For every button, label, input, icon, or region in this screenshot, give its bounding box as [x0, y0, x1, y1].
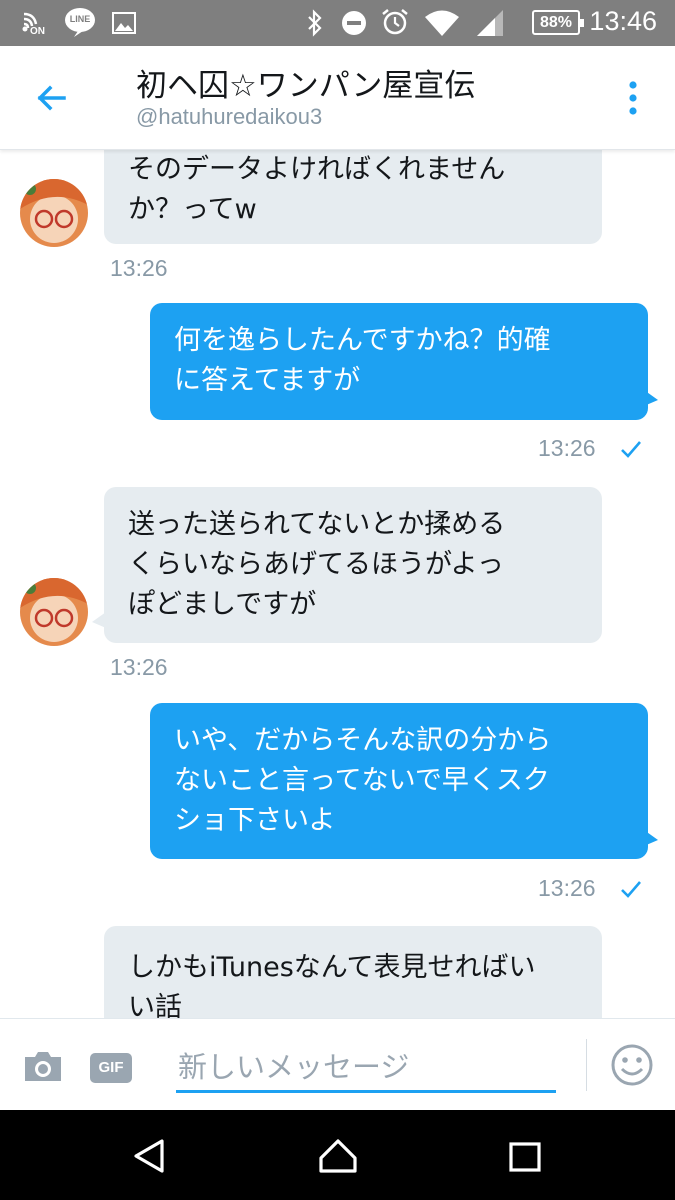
bubble-tail [644, 830, 658, 846]
message-timestamp: 13:26 [110, 255, 168, 281]
back-triangle-icon[interactable] [132, 1138, 168, 1178]
nfc-on-icon: ON [20, 8, 50, 42]
camera-icon[interactable] [22, 1049, 64, 1087]
message-timestamp: 13:26 [538, 435, 596, 461]
avatar[interactable] [20, 578, 88, 646]
signal-icon [475, 9, 505, 41]
gallery-icon [112, 12, 136, 38]
composer-divider [586, 1039, 587, 1091]
conversation-title[interactable]: 初ヘ囚☆ワンパン屋宣伝 [136, 60, 475, 105]
do-not-disturb-icon [340, 9, 368, 41]
avatar[interactable] [20, 179, 88, 247]
bubble-tail [644, 390, 658, 406]
recents-icon[interactable] [509, 1142, 541, 1176]
message-bubble-outgoing[interactable]: いや、だからそんな訳の分から ないこと言ってないで早くスク ショ下さいよ [150, 703, 648, 859]
read-check-icon [621, 881, 641, 898]
message-list[interactable]: そのデータよければくれません か？ってw 13:26 何を逸らしたんですかね？的… [0, 150, 675, 1018]
message-composer: GIF [0, 1018, 675, 1110]
message-input[interactable] [176, 1043, 556, 1093]
emoji-icon[interactable] [610, 1043, 654, 1091]
alarm-icon [380, 7, 410, 41]
line-app-icon: LINE [64, 7, 96, 41]
line-app-label: LINE [69, 14, 91, 24]
message-bubble-incoming[interactable]: 送った送られてないとか揉める くらいならあげてるほうがよっ ぽどましですが [104, 487, 602, 643]
bubble-tail [92, 612, 106, 628]
nfc-on-label: ON [30, 26, 45, 37]
message-timestamp: 13:26 [110, 654, 168, 680]
message-bubble-incoming[interactable]: しかもiTunesなんて表見せればい い話 [104, 926, 602, 1018]
battery-level: 88% [532, 10, 584, 35]
status-time: 13:46 [589, 6, 657, 36]
gif-button[interactable]: GIF [90, 1053, 132, 1083]
system-navigation-bar [0, 1110, 675, 1200]
bluetooth-icon [306, 9, 324, 41]
status-bar: ON LINE 88% 13:46 [0, 0, 675, 46]
read-check-icon [621, 441, 641, 458]
home-icon[interactable] [318, 1138, 358, 1178]
message-bubble-incoming[interactable]: そのデータよければくれません か？ってw [104, 150, 602, 244]
message-bubble-outgoing[interactable]: 何を逸らしたんですかね？的確 に答えてますが [150, 303, 648, 420]
message-timestamp: 13:26 [538, 875, 596, 901]
more-vertical-icon[interactable] [616, 74, 650, 124]
conversation-handle: @hatuhuredaikou3 [136, 104, 323, 129]
back-arrow-icon[interactable] [30, 76, 74, 120]
conversation-header: 初ヘ囚☆ワンパン屋宣伝 @hatuhuredaikou3 [0, 46, 675, 150]
wifi-icon [424, 8, 460, 42]
